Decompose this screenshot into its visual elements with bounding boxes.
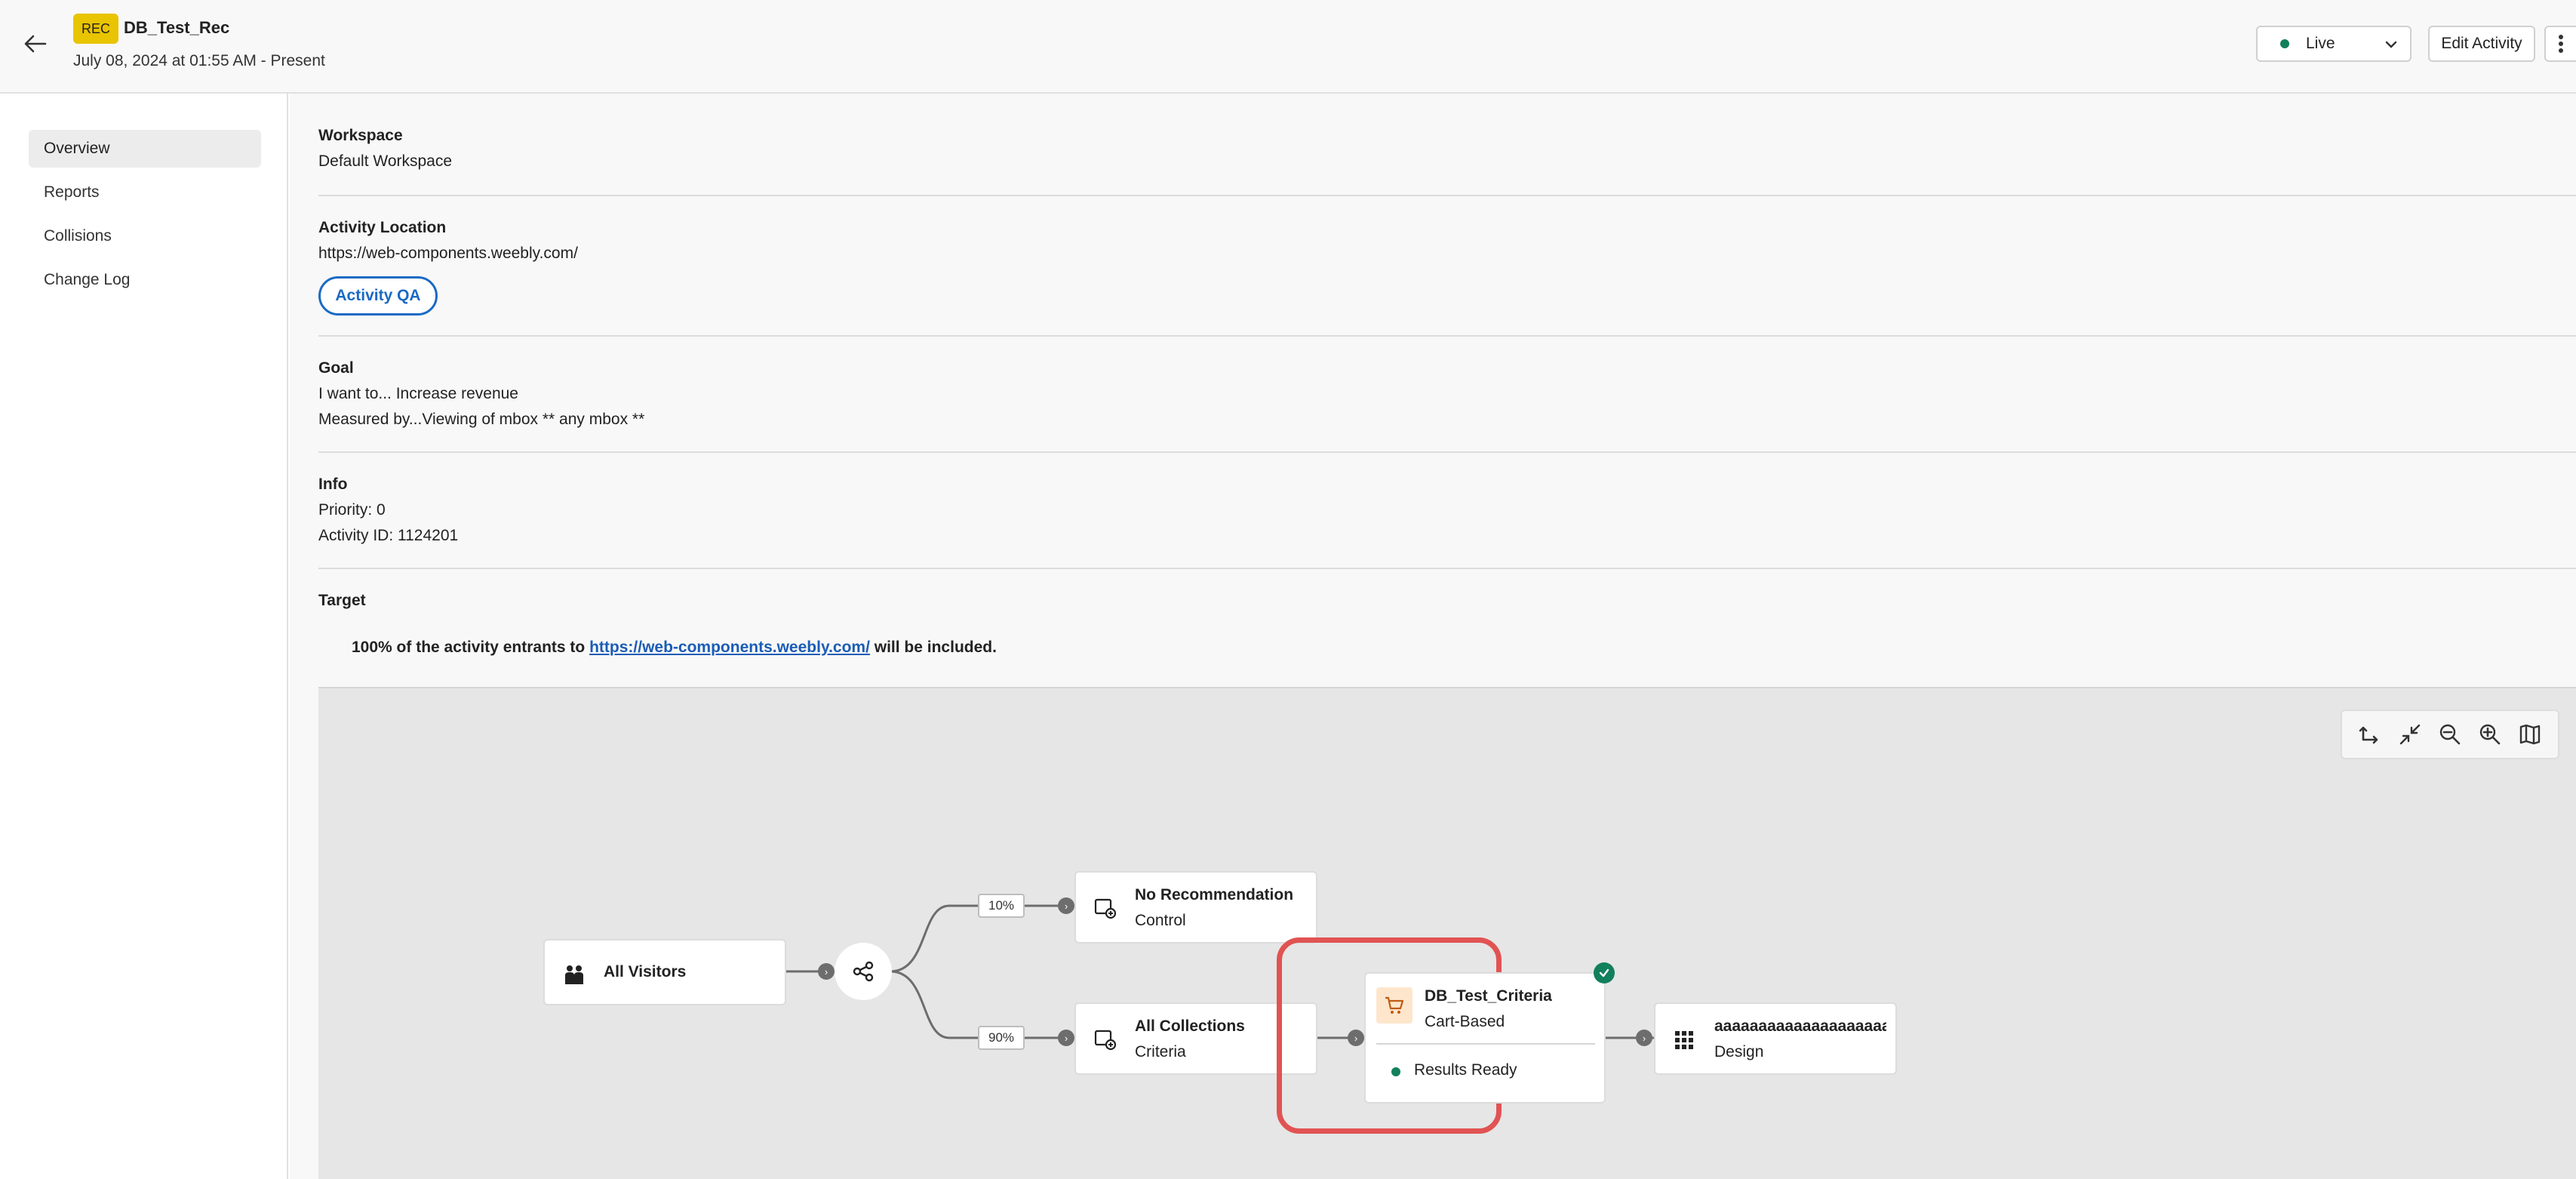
sidebar-item-change-log[interactable]: Change Log	[29, 261, 261, 299]
design-node[interactable]: aaaaaaaaaaaaaaaaaaaa Design	[1654, 1002, 1897, 1075]
cart-icon-box	[1376, 987, 1412, 1024]
check-circle-icon	[1594, 962, 1615, 984]
info-label: Info	[318, 476, 348, 493]
location-label: Activity Location	[318, 219, 447, 236]
canvas-toolbar	[2341, 710, 2559, 759]
target-url-link[interactable]: https://web-components.weebly.com/	[589, 639, 870, 656]
sidebar-nav: Overview Reports Collisions Change Log	[0, 94, 288, 1179]
priority-value: Priority: 0	[318, 501, 386, 519]
goal-line-1: I want to... Increase revenue	[318, 385, 518, 402]
experience-b-title: All Collections	[1135, 1017, 1245, 1035]
sidebar-item-collisions[interactable]: Collisions	[29, 217, 261, 255]
section-divider	[318, 335, 2576, 337]
workspace-value: Default Workspace	[318, 152, 453, 170]
goal-label: Goal	[318, 359, 354, 377]
split-percent-a[interactable]: 10%	[978, 894, 1025, 918]
target-description: 100% of the activity entrants to https:/…	[352, 639, 997, 657]
activity-qa-button[interactable]: Activity QA	[318, 276, 438, 316]
results-ready-dot	[1391, 1067, 1400, 1076]
target-label: Target	[318, 592, 366, 609]
status-label: Live	[2306, 35, 2335, 52]
location-value: https://web-components.weebly.com/	[318, 245, 578, 262]
design-sub: Design	[1714, 1043, 1764, 1060]
experience-b-sub: Criteria	[1135, 1043, 1186, 1060]
header: REC DB_Test_Rec July 08, 2024 at 01:55 A…	[0, 0, 2576, 94]
cart-icon	[1385, 996, 1404, 1014]
share-icon	[853, 961, 874, 982]
connector-port: ›	[818, 963, 835, 980]
live-status-dot	[2280, 39, 2289, 48]
section-divider	[318, 195, 2576, 196]
split-percent-b[interactable]: 90%	[978, 1026, 1025, 1050]
target-text-before: 100% of the activity entrants to	[352, 639, 590, 656]
back-arrow-icon	[24, 35, 47, 53]
experience-a-title: No Recommendation	[1135, 886, 1294, 903]
zoom-out-button[interactable]	[2434, 719, 2466, 750]
more-vertical-icon	[2559, 35, 2563, 53]
audience-node[interactable]: All Visitors	[543, 939, 786, 1005]
zoom-out-icon	[2439, 724, 2461, 745]
zoom-in-icon	[2479, 724, 2501, 745]
add-experience-icon	[1094, 1030, 1117, 1051]
goal-line-2: Measured by...Viewing of mbox ** any mbo…	[318, 411, 645, 428]
activity-date: July 08, 2024 at 01:55 AM - Present	[73, 52, 325, 69]
sidebar-item-reports[interactable]: Reports	[29, 174, 261, 211]
rec-badge: REC	[73, 14, 118, 44]
minimap-button[interactable]	[2514, 719, 2546, 750]
section-divider	[318, 568, 2576, 569]
flip-icon	[2359, 726, 2378, 744]
experience-node-control[interactable]: No Recommendation Control	[1074, 871, 1317, 944]
back-button[interactable]	[17, 27, 54, 60]
connector-port: ›	[1636, 1030, 1652, 1046]
target-text-after: will be included.	[869, 639, 997, 656]
activity-title: DB_Test_Rec	[124, 18, 230, 37]
criteria-title: DB_Test_Criteria	[1425, 987, 1552, 1005]
more-actions-button[interactable]	[2544, 26, 2576, 62]
activity-id-value: Activity ID: 1124201	[318, 527, 459, 544]
criteria-node[interactable]: DB_Test_Criteria Cart-Based Results Read…	[1364, 972, 1606, 1104]
criteria-sub: Cart-Based	[1425, 1013, 1505, 1030]
collapse-button[interactable]	[2394, 719, 2426, 750]
node-divider	[1376, 1043, 1595, 1045]
criteria-status: Results Ready	[1414, 1061, 1517, 1079]
traffic-split-button[interactable]	[835, 943, 892, 1000]
audience-title: All Visitors	[604, 963, 687, 980]
design-title: aaaaaaaaaaaaaaaaaaaa	[1714, 1017, 1886, 1035]
connector-port: ›	[1058, 1030, 1074, 1046]
zoom-in-button[interactable]	[2474, 719, 2506, 750]
sidebar-item-overview[interactable]: Overview	[29, 130, 261, 168]
workspace-label: Workspace	[318, 127, 403, 144]
status-dropdown[interactable]: Live	[2256, 26, 2412, 62]
flip-layout-button[interactable]	[2354, 719, 2386, 750]
grid-icon	[1675, 1031, 1693, 1049]
map-icon	[2520, 724, 2541, 745]
experience-a-sub: Control	[1135, 912, 1186, 929]
section-divider	[318, 451, 2576, 453]
collapse-icon	[2399, 724, 2420, 745]
connector-port: ›	[1058, 897, 1074, 914]
chevron-down-icon	[2385, 41, 2397, 48]
edit-activity-button[interactable]: Edit Activity	[2428, 26, 2535, 62]
people-icon	[565, 965, 583, 984]
add-experience-icon	[1094, 898, 1117, 919]
